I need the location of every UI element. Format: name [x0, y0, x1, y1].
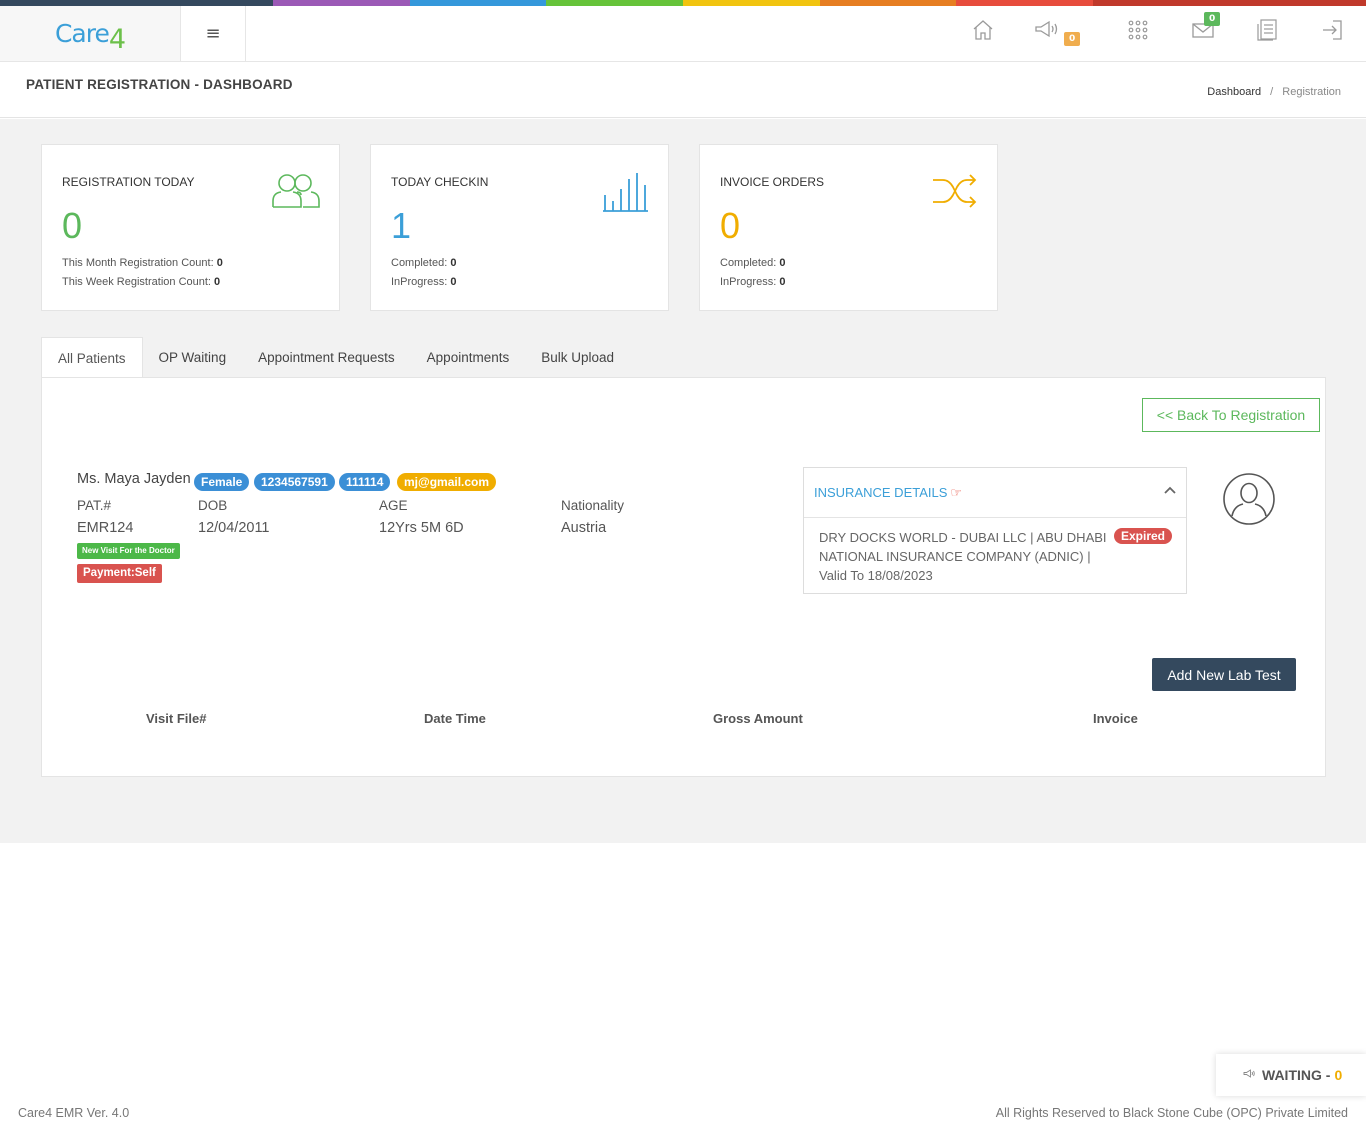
back-to-registration-button[interactable]: << Back To Registration [1142, 398, 1320, 432]
column-header-date-time: Date Time [424, 711, 486, 726]
hamburger-icon: ≡ [205, 23, 221, 44]
stat-line: Completed: 0 [391, 257, 456, 269]
waiting-widget[interactable]: WAITING - 0 [1216, 1054, 1366, 1096]
stat-line-label: Completed: [720, 257, 777, 269]
stat-line-label: This Week Registration Count: [62, 276, 211, 288]
stat-line: InProgress: 0 [391, 276, 456, 288]
insurance-status-badge: Expired [1113, 528, 1172, 544]
logo-suffix: 4 [108, 24, 126, 55]
stat-line-value: 0 [779, 257, 786, 269]
stat-line-value: 0 [450, 257, 457, 269]
registration-today-card: REGISTRATION TODAY 0 This Month Registra… [41, 144, 340, 311]
column-header-visit-file: Visit File# [146, 711, 207, 726]
column-header-invoice: Invoice [1093, 711, 1138, 726]
tab-appointment-requests[interactable]: Appointment Requests [242, 337, 411, 378]
stat-line: This Week Registration Count: 0 [62, 276, 220, 288]
patient-name: Ms. Maya Jayden [77, 471, 191, 487]
code-badge: 111114 [339, 473, 391, 491]
patient-panel: << Back To Registration Ms. Maya Jayden … [41, 377, 1326, 777]
stat-line-label: InProgress: [720, 276, 777, 288]
invoice-orders-card: INVOICE ORDERS 0 Completed: 0 InProgress… [699, 144, 998, 311]
pat-value: EMR124 [77, 520, 134, 536]
stat-title: REGISTRATION TODAY [62, 175, 195, 189]
mail-count-badge: 0 [1204, 12, 1221, 26]
waiting-label: WAITING - [1262, 1067, 1331, 1083]
insurance-details-box: INSURANCE DETAILS ☞ DRY DOCKS WORLD - DU… [803, 467, 1187, 594]
breadcrumb-current: Registration [1282, 86, 1341, 98]
stat-value: 0 [62, 205, 83, 246]
stat-title: TODAY CHECKIN [391, 175, 489, 189]
logo-main: Care [54, 19, 110, 48]
tab-op-waiting[interactable]: OP Waiting [143, 337, 243, 378]
pat-label: PAT.# [77, 498, 112, 513]
today-checkin-card: TODAY CHECKIN 1 Completed: 0 InProgress:… [370, 144, 669, 311]
stat-line-label: Completed: [391, 257, 448, 269]
stat-line: InProgress: 0 [720, 276, 785, 288]
tab-all-patients[interactable]: All Patients [41, 337, 143, 378]
phone-badge: 1234567591 [254, 473, 335, 491]
avatar-icon [1222, 472, 1276, 526]
tab-bulk-upload[interactable]: Bulk Upload [525, 337, 630, 378]
main-content: REGISTRATION TODAY 0 This Month Registra… [0, 119, 1366, 843]
insurance-header[interactable]: INSURANCE DETAILS ☞ [804, 468, 1186, 518]
apps-grid-icon[interactable] [1126, 18, 1156, 48]
email-badge: mj@gmail.com [397, 473, 497, 491]
stat-line-value: 0 [779, 276, 786, 288]
report-icon[interactable] [1256, 18, 1286, 48]
top-navbar: Care4 ≡ 0 0 [0, 6, 1366, 62]
logo[interactable]: Care4 [0, 6, 181, 61]
users-icon [271, 171, 321, 216]
insurance-title: INSURANCE DETAILS [814, 485, 948, 500]
stat-line-value: 0 [216, 257, 223, 269]
breadcrumb-dashboard-link[interactable]: Dashboard [1207, 86, 1261, 98]
stat-title: INVOICE ORDERS [720, 175, 825, 189]
breadcrumb-separator: / [1270, 86, 1274, 98]
nationality-label: Nationality [561, 498, 625, 513]
footer-version: Care4 EMR Ver. 4.0 [18, 1106, 130, 1120]
age-value: 12Yrs 5M 6D [379, 520, 464, 536]
page-title: PATIENT REGISTRATION - DASHBOARD [26, 77, 293, 92]
breadcrumb: Dashboard / Registration [1207, 86, 1341, 98]
shuffle-icon [931, 171, 979, 216]
patient-tabs: All Patients OP Waiting Appointment Requ… [41, 337, 630, 378]
stat-line-value: 0 [450, 276, 457, 288]
page-header: PATIENT REGISTRATION - DASHBOARD Dashboa… [0, 62, 1366, 118]
stat-line: This Month Registration Count: 0 [62, 257, 223, 269]
megaphone-icon[interactable]: 0 [1034, 18, 1081, 48]
chevron-up-icon[interactable] [1164, 482, 1176, 498]
announcement-count-badge: 0 [1064, 32, 1081, 46]
stat-line-label: This Month Registration Count: [62, 257, 214, 269]
dob-label: DOB [198, 498, 228, 513]
bar-chart-icon [602, 171, 650, 220]
menu-toggle-button[interactable]: ≡ [181, 6, 246, 61]
visit-type-label: New Visit For the Doctor [77, 543, 180, 559]
megaphone-icon [1242, 1067, 1258, 1083]
stat-value: 1 [391, 205, 412, 246]
stat-line-label: InProgress: [391, 276, 448, 288]
logout-icon[interactable] [1320, 18, 1350, 48]
insurance-text: DRY DOCKS WORLD - DUBAI LLC | ABU DHABI … [819, 530, 1107, 583]
stat-value: 0 [720, 205, 741, 246]
stat-line: Completed: 0 [720, 257, 785, 269]
tab-appointments[interactable]: Appointments [411, 337, 526, 378]
age-label: AGE [379, 498, 408, 513]
column-header-gross-amount: Gross Amount [713, 711, 803, 726]
stat-line-value: 0 [214, 276, 221, 288]
pointing-hand-icon: ☞ [950, 484, 963, 500]
home-icon[interactable] [971, 18, 1001, 48]
dob-value: 12/04/2011 [198, 520, 270, 536]
gender-badge: Female [194, 473, 250, 491]
mail-icon[interactable]: 0 [1191, 12, 1221, 48]
add-new-lab-test-button[interactable]: Add New Lab Test [1152, 658, 1296, 691]
waiting-count: 0 [1334, 1067, 1343, 1083]
logo-text: Care4 [54, 18, 126, 55]
nationality-value: Austria [561, 520, 607, 536]
payment-label: Payment:Self [77, 564, 162, 583]
footer-copyright: All Rights Reserved to Black Stone Cube … [995, 1106, 1348, 1120]
